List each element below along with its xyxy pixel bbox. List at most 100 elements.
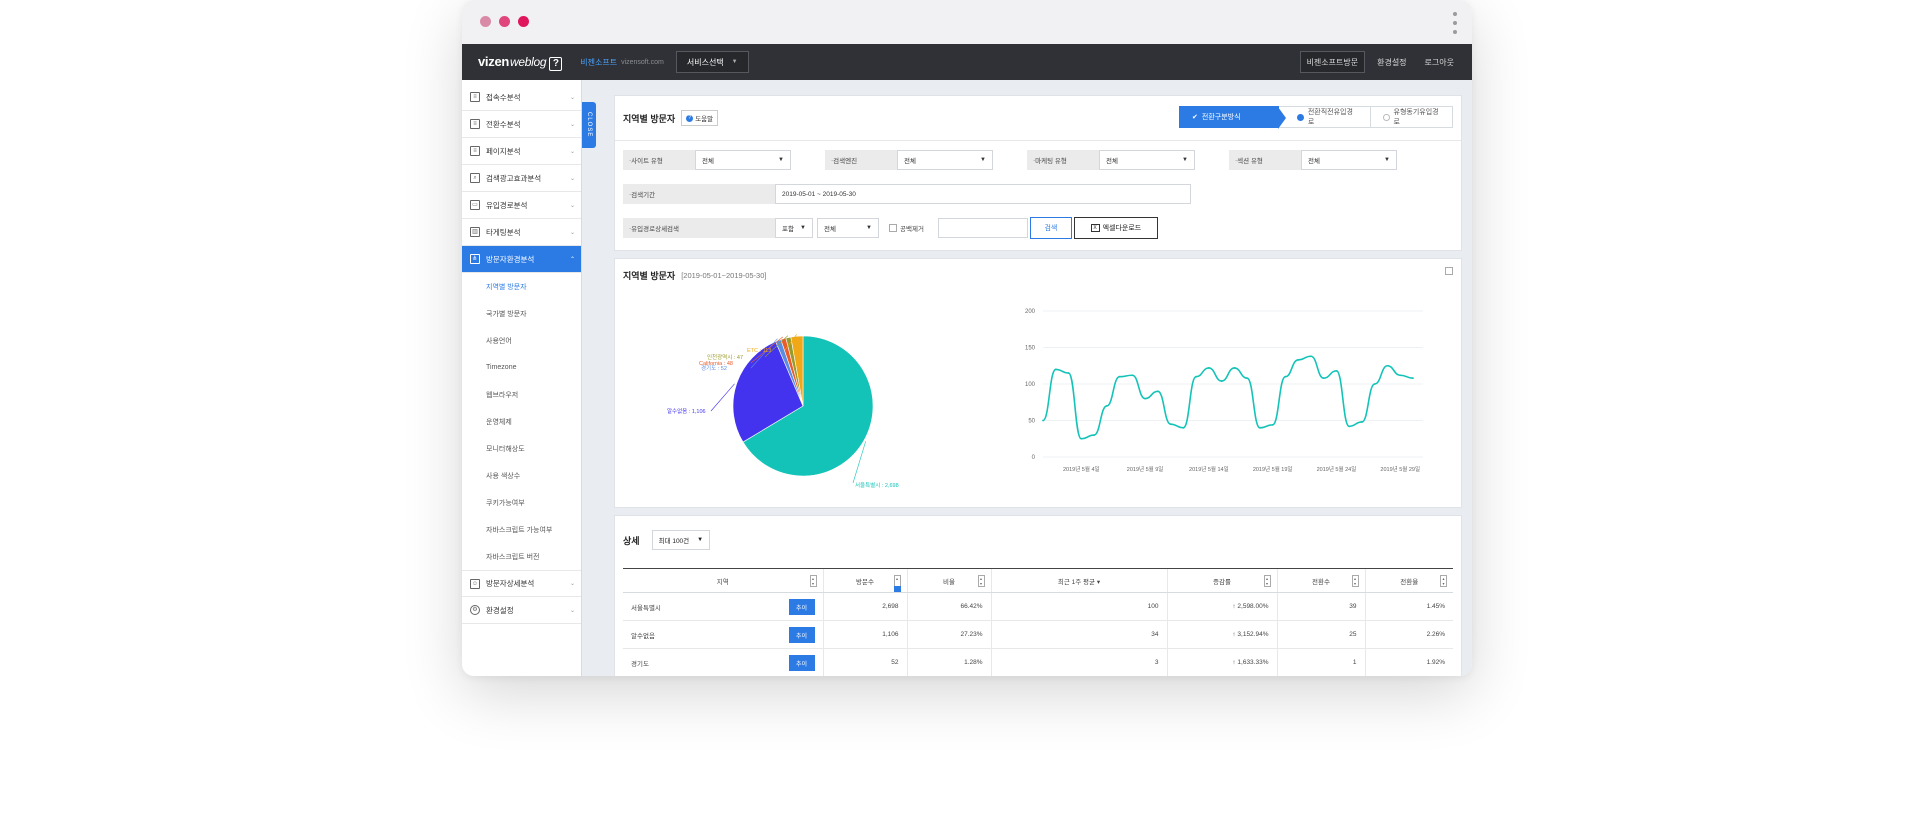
include-select[interactable]: 포함 ▼ bbox=[775, 218, 813, 238]
sidebar-sub-item[interactable]: 자바스크립트 버전 bbox=[462, 543, 581, 570]
help-button[interactable]: ? 도움말 bbox=[681, 110, 719, 126]
col-change[interactable]: 증감률 ▴ ▾ bbox=[1166, 568, 1277, 593]
excel-download-button[interactable]: X 엑셀다운로드 bbox=[1073, 217, 1158, 239]
line-point[interactable] bbox=[1297, 359, 1300, 361]
step-conversion-method[interactable]: ✔ 전환구분방식 bbox=[1179, 106, 1286, 129]
col-region[interactable]: 지역 ▴ ▾ bbox=[623, 568, 823, 593]
period-input[interactable]: 2019-05-01 ~ 2019-05-30 bbox=[775, 184, 1191, 204]
line-point[interactable] bbox=[1118, 375, 1121, 378]
sidebar-sub-item[interactable]: 웹브라우저 bbox=[462, 381, 581, 408]
line-point[interactable] bbox=[1093, 434, 1095, 436]
checkbox-label: 공백제거 bbox=[900, 226, 924, 233]
line-point[interactable] bbox=[1399, 374, 1402, 377]
step-motive-inflow[interactable]: 유형동기유입경로 bbox=[1371, 106, 1453, 128]
site-type-select[interactable]: 전체 ▼ bbox=[695, 150, 791, 170]
window-dot-1[interactable] bbox=[480, 16, 491, 27]
sidebar-item-targeting[interactable]: ▥ 타게팅분석 ⌄ bbox=[462, 219, 581, 246]
sidebar-sub-item[interactable]: 자바스크립트 가능여부 bbox=[462, 516, 581, 543]
sidebar-item-inflow[interactable]: ▭ 유입경로분석 ⌄ bbox=[462, 192, 581, 219]
company-name[interactable]: 비젠소프트 bbox=[580, 57, 617, 68]
step-prior-inflow[interactable]: 전환직전유입경로 bbox=[1279, 106, 1371, 128]
line-point[interactable] bbox=[1373, 383, 1376, 385]
sidebar-sub-item[interactable]: 운영체제 bbox=[462, 408, 581, 435]
line-point[interactable] bbox=[1361, 421, 1363, 423]
sidebar-sub-item[interactable]: 사용언어 bbox=[462, 327, 581, 354]
visit-site-button[interactable]: 비젠소프트방문 bbox=[1299, 51, 1366, 73]
line-point[interactable] bbox=[1246, 377, 1249, 380]
line-point[interactable] bbox=[1271, 423, 1274, 426]
line-point[interactable] bbox=[1131, 374, 1134, 377]
sidebar-sub-item[interactable]: 사용 색상수 bbox=[462, 462, 581, 489]
service-select[interactable]: 서비스선택 ▼ bbox=[675, 51, 749, 73]
line-point[interactable] bbox=[1233, 367, 1236, 369]
expand-icon[interactable] bbox=[1445, 267, 1453, 275]
line-point[interactable] bbox=[1412, 377, 1414, 380]
search-button[interactable]: 검색 bbox=[1029, 217, 1072, 239]
trend-button[interactable]: 추이 bbox=[788, 599, 815, 615]
conversion-mode-steps: ✔ 전환구분방식 전환직전유입경로 유형동기유입경로 bbox=[1179, 106, 1453, 129]
line-point[interactable] bbox=[1067, 372, 1070, 374]
trend-button[interactable]: 추이 bbox=[788, 655, 815, 671]
sort-icon[interactable]: ▴ ▾ bbox=[977, 575, 985, 587]
select-value: 전체 bbox=[904, 158, 916, 165]
y-tick-label: 50 bbox=[1028, 419, 1035, 425]
col-visits[interactable]: 방문수 ▴ bbox=[822, 568, 907, 593]
line-point[interactable] bbox=[1195, 375, 1198, 378]
sidebar-sub-item[interactable]: 지역별 방문자 bbox=[462, 273, 581, 300]
line-point[interactable] bbox=[1258, 426, 1261, 429]
sort-icon[interactable]: ▴ ▾ bbox=[1263, 575, 1271, 587]
sort-desc-icon[interactable]: ▴ bbox=[893, 575, 901, 592]
window-dot-2[interactable] bbox=[499, 16, 510, 27]
line-point[interactable] bbox=[1310, 355, 1312, 358]
sidebar-item-visitor-env[interactable]: ⋔ 방문자환경분석 ⌃ bbox=[462, 246, 581, 273]
sort-icon[interactable]: ▴ ▾ bbox=[1440, 575, 1447, 587]
line-point[interactable] bbox=[1169, 423, 1172, 426]
settings-link[interactable]: 환경설정 bbox=[1371, 51, 1412, 73]
line-point[interactable] bbox=[1207, 367, 1210, 369]
line-point[interactable] bbox=[1054, 368, 1057, 371]
row-count-select[interactable]: 최대 100건 ▼ bbox=[651, 530, 711, 550]
trend-button[interactable]: 추이 bbox=[788, 627, 815, 643]
detail-search-label: · 유입경로상세검색 bbox=[623, 218, 775, 238]
marketing-type-select[interactable]: 전체 ▼ bbox=[1099, 150, 1195, 170]
sort-icon[interactable]: ▴ ▾ bbox=[1351, 575, 1359, 587]
sidebar-item-conversions[interactable]: ≡ 전환수분석 ⌄ bbox=[462, 111, 581, 138]
sidebar-item-pages[interactable]: ≡ 페이지분석 ⌄ bbox=[462, 138, 581, 165]
col-conversions[interactable]: 전환수 ▴ ▾ bbox=[1276, 568, 1365, 593]
line-point[interactable] bbox=[1182, 426, 1185, 429]
sort-icon[interactable]: ▴ ▾ bbox=[809, 575, 817, 587]
col-week-avg[interactable]: 최근 1주 평균 ▾ bbox=[990, 568, 1167, 593]
line-point[interactable] bbox=[1156, 390, 1159, 393]
sidebar-close-tab[interactable]: CLOSE bbox=[582, 102, 596, 148]
line-point[interactable] bbox=[1386, 364, 1389, 367]
sidebar-item-search-ads[interactable]: ⌕ 검색광고효과분석 ⌄ bbox=[462, 165, 581, 192]
col-conv-rate[interactable]: 전환율 ▴ ▾ bbox=[1364, 568, 1453, 593]
col-ratio[interactable]: 비율 ▴ ▾ bbox=[906, 568, 991, 593]
sidebar-item-visitor-detail[interactable]: ☺ 방문자상세분석 ⌄ bbox=[462, 570, 581, 597]
sidebar-sub-item[interactable]: 국가별 방문자 bbox=[462, 300, 581, 327]
window-dot-3[interactable] bbox=[518, 16, 529, 27]
kebab-menu-icon[interactable] bbox=[1452, 12, 1458, 34]
section-type-select[interactable]: 전체 ▼ bbox=[1301, 150, 1397, 170]
line-point[interactable] bbox=[1284, 375, 1287, 378]
sidebar-sub-item[interactable]: 쿠키가능여부 bbox=[462, 489, 581, 516]
line-point[interactable] bbox=[1042, 419, 1044, 422]
sidebar-item-visits[interactable]: ≡ 접속수분석 ⌄ bbox=[462, 84, 581, 111]
search-engine-select[interactable]: 전체 ▼ bbox=[897, 150, 993, 170]
keyword-input[interactable] bbox=[937, 218, 1028, 238]
line-point[interactable] bbox=[1080, 437, 1083, 440]
exclude-blank-checkbox[interactable]: 공백제거 bbox=[889, 223, 924, 233]
line-point[interactable] bbox=[1144, 397, 1146, 400]
line-point[interactable] bbox=[1105, 405, 1108, 407]
line-point[interactable] bbox=[1335, 369, 1338, 372]
line-point[interactable] bbox=[1348, 425, 1351, 428]
sidebar-sub-item[interactable]: Timezone bbox=[462, 354, 581, 381]
logout-link[interactable]: 로그아웃 bbox=[1419, 51, 1460, 73]
scope-select[interactable]: 전체 ▼ bbox=[817, 218, 879, 238]
line-series[interactable] bbox=[1042, 355, 1414, 440]
logo[interactable]: vizen weblog ? bbox=[478, 54, 563, 71]
line-point[interactable] bbox=[1322, 377, 1325, 380]
line-point[interactable] bbox=[1220, 380, 1223, 382]
sidebar-item-settings[interactable]: ⚙ 환경설정 ⌄ bbox=[462, 597, 581, 624]
sidebar-sub-item[interactable]: 모니터해상도 bbox=[462, 435, 581, 462]
